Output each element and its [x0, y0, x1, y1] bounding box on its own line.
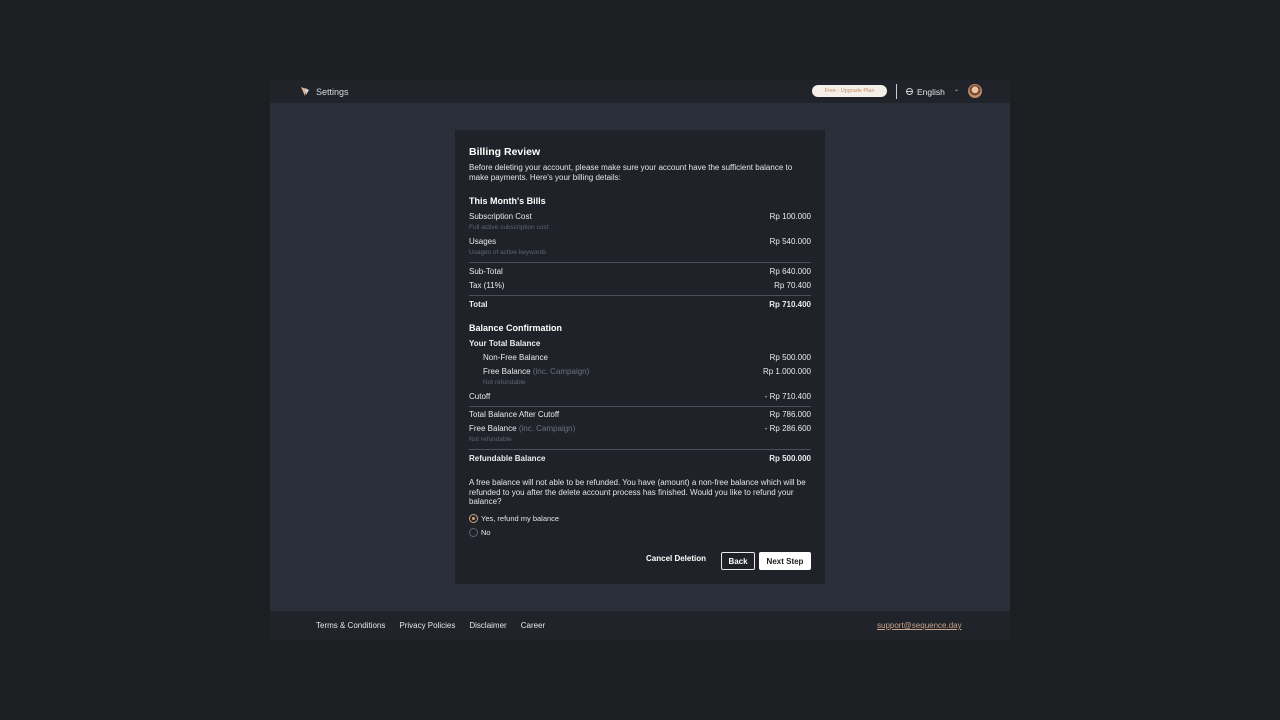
refund-note: A free balance will not able to be refun… — [469, 478, 806, 506]
upgrade-plan-badge[interactable]: Free - Upgrade Plan — [812, 85, 887, 97]
nonfree-value: Rp 500.000 — [769, 353, 811, 362]
free-label: Free Balance — [483, 367, 531, 376]
free2-label: Free Balance — [469, 424, 517, 433]
nonfree-label: Non-Free Balance — [483, 353, 548, 362]
footer: Terms & Conditions Privacy Policies Disc… — [270, 611, 1010, 640]
free-note: Not refundable — [483, 379, 526, 386]
language-label: English — [917, 86, 945, 97]
footer-link-career[interactable]: Career — [521, 621, 545, 630]
usages-row: Usages Rp 540.000 — [469, 237, 811, 246]
free2-value: - Rp 286.600 — [764, 424, 811, 433]
cutoff-row: Cutoff - Rp 710.400 — [469, 392, 811, 401]
cancel-deletion-button[interactable]: Cancel Deletion — [646, 554, 706, 563]
cutoff-value: - Rp 710.400 — [764, 392, 811, 401]
footer-link-disclaimer[interactable]: Disclaimer — [469, 621, 506, 630]
radio-unchecked-icon[interactable] — [469, 528, 478, 537]
free-value: Rp 1.000.000 — [762, 367, 811, 376]
subtotal-value: Rp 640.000 — [769, 267, 811, 276]
top-bar: Settings Free - Upgrade Plan English ⌄ — [270, 80, 1010, 103]
globe-icon — [906, 88, 913, 95]
free2-inc-label: (inc. Campaign) — [518, 424, 576, 433]
refund-no-radio[interactable]: No — [469, 528, 491, 537]
subtotal-label: Sub-Total — [469, 267, 503, 276]
usages-label: Usages — [469, 237, 497, 246]
refund-yes-radio[interactable]: Yes, refund my balance — [469, 514, 559, 523]
balance-confirmation-title: Balance Confirmation — [469, 323, 563, 333]
divider — [469, 406, 811, 407]
nonfree-balance-row: Non-Free Balance Rp 500.000 — [483, 353, 811, 362]
tax-value: Rp 70.400 — [774, 281, 811, 290]
free-balance-row: Free Balance (inc. Campaign) Rp 1.000.00… — [483, 367, 811, 376]
tax-label: Tax (11%) — [469, 281, 505, 290]
month-bills-title: This Month's Bills — [469, 196, 546, 206]
back-button[interactable]: Back — [721, 552, 755, 570]
next-step-button[interactable]: Next Step — [759, 552, 811, 570]
subscription-row: Subscription Cost Rp 100.000 — [469, 212, 811, 221]
billing-review-card: Billing Review Before deleting your acco… — [455, 130, 825, 584]
subscription-label: Subscription Cost — [469, 212, 532, 221]
refundable-label: Refundable Balance — [469, 454, 546, 463]
free-balance-row-2: Free Balance (inc. Campaign) - Rp 286.60… — [469, 424, 811, 433]
after-cutoff-label: Total Balance After Cutoff — [469, 410, 560, 419]
refundable-row: Refundable Balance Rp 500.000 — [469, 454, 811, 463]
usages-value: Rp 540.000 — [769, 237, 811, 246]
divider — [469, 449, 811, 450]
subscription-note: Full active subscription cost — [469, 224, 549, 231]
radio-checked-icon[interactable] — [469, 514, 478, 523]
free-inc-label: (inc. Campaign) — [532, 367, 590, 376]
total-balance-label: Your Total Balance — [469, 339, 541, 348]
refund-yes-label[interactable]: Yes, refund my balance — [481, 514, 559, 523]
divider — [469, 262, 811, 263]
page-title: Settings — [316, 87, 349, 97]
total-value: Rp 710.400 — [769, 300, 811, 309]
after-cutoff-row: Total Balance After Cutoff Rp 786.000 — [469, 410, 811, 419]
subscription-value: Rp 100.000 — [769, 212, 811, 221]
after-cutoff-value: Rp 786.000 — [769, 410, 811, 419]
chevron-down-icon[interactable]: ⌄ — [954, 86, 959, 93]
header-divider — [896, 84, 897, 99]
total-row: Total Rp 710.400 — [469, 300, 811, 309]
footer-link-terms[interactable]: Terms & Conditions — [316, 621, 385, 630]
footer-links: Terms & Conditions Privacy Policies Disc… — [316, 621, 545, 630]
subtotal-row: Sub-Total Rp 640.000 — [469, 267, 811, 276]
billing-review-title: Billing Review — [469, 146, 541, 158]
footer-link-privacy[interactable]: Privacy Policies — [399, 621, 455, 630]
usages-note: Usages of active keywords — [469, 249, 547, 256]
user-avatar[interactable] — [968, 84, 982, 98]
total-label: Total — [469, 300, 488, 309]
total-balance-heading: Your Total Balance — [469, 339, 811, 348]
billing-intro-text: Before deleting your account, please mak… — [469, 163, 793, 182]
language-selector[interactable]: English — [906, 85, 945, 98]
settings-app: Settings Free - Upgrade Plan English ⌄ B… — [270, 80, 1010, 640]
refundable-value: Rp 500.000 — [769, 454, 811, 463]
sequence-logo-icon[interactable] — [300, 86, 310, 97]
cutoff-label: Cutoff — [469, 392, 491, 401]
support-email-link[interactable]: support@sequence.day — [877, 621, 962, 630]
tax-row: Tax (11%) Rp 70.400 — [469, 281, 811, 290]
refund-no-label[interactable]: No — [481, 528, 491, 537]
divider — [469, 295, 811, 296]
free2-note: Not refundable — [469, 436, 512, 443]
